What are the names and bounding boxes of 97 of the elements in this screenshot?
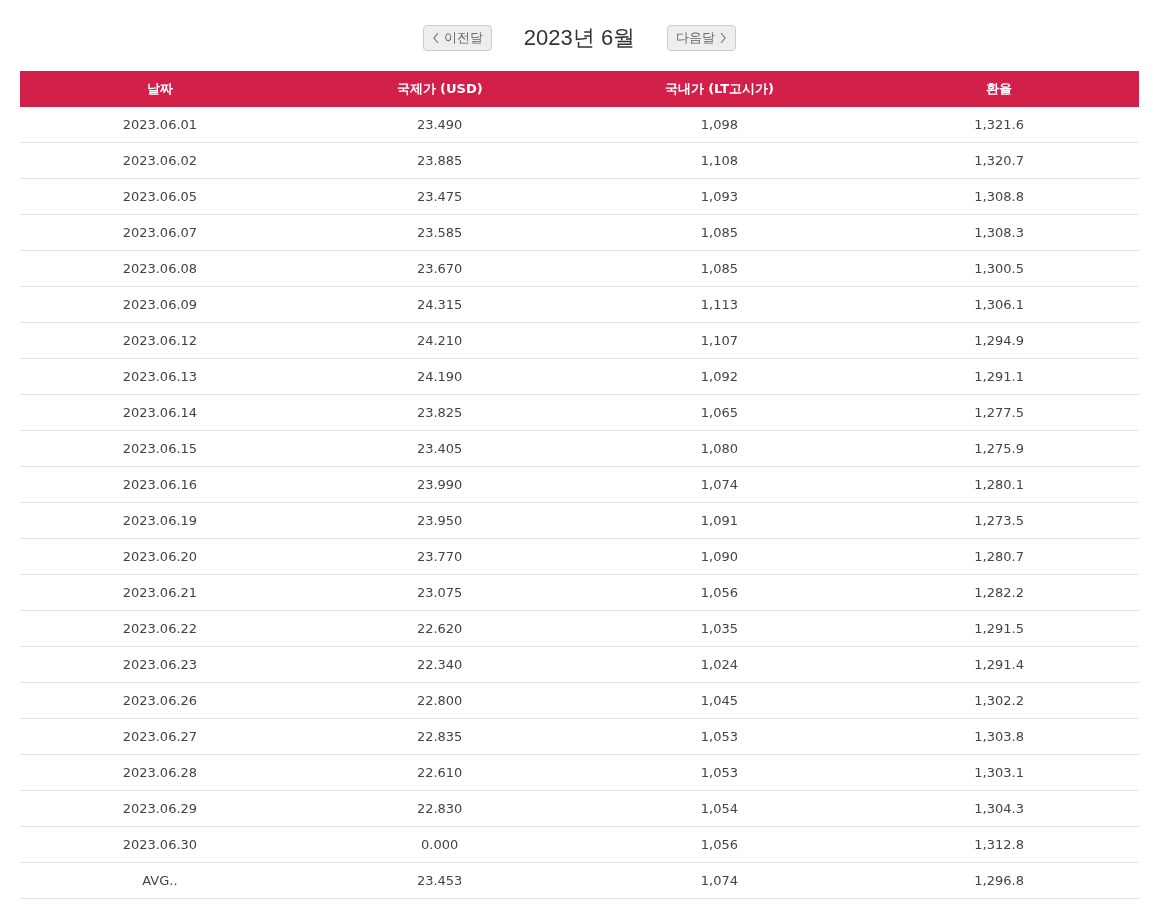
table-cell-text: 1,303.8 — [973, 727, 1025, 746]
table-cell-text: 1,320.7 — [973, 151, 1025, 170]
column-header: 국내가 (LT고시가) — [663, 80, 776, 99]
table-cell-text: 1,085 — [699, 223, 739, 242]
table-cell-text: 1,308.3 — [973, 223, 1025, 242]
column-header: 국제가 (USD) — [395, 80, 484, 99]
table-cell-text: 1,091 — [699, 511, 739, 530]
table-cell-text: 1,308.8 — [973, 187, 1025, 206]
table-cell-text: 1,291.5 — [973, 619, 1025, 638]
table-cell-text: 1,085 — [699, 259, 739, 278]
table-cell-text: 1,080 — [699, 439, 739, 458]
table-cell-text: 2023.06.16 — [121, 475, 199, 494]
table-cell-text: 2023.06.26 — [121, 691, 199, 710]
chevron-right-icon — [719, 31, 728, 44]
table-cell-text: 1,304.3 — [973, 799, 1025, 818]
column-header: 날짜 — [145, 80, 174, 99]
table-cell-text: 23.990 — [415, 475, 464, 494]
table-cell-text: 1,054 — [699, 799, 739, 818]
table-cell-text: 1,098 — [699, 115, 739, 134]
table-cell-text: 22.610 — [415, 763, 464, 782]
previous-month-button[interactable]: 이전달 — [422, 24, 492, 51]
table-cell-text: 1,053 — [699, 727, 739, 746]
table-cell-text: 1,113 — [699, 295, 739, 314]
table-cell-text: 22.620 — [415, 619, 464, 638]
table-cell-text: 23.453 — [415, 871, 464, 890]
table-cell-text: 1,056 — [699, 583, 739, 602]
table-cell-text: 1,093 — [699, 187, 739, 206]
table-cell-text: 1,294.9 — [973, 331, 1025, 350]
table-cell-text: 2023.06.15 — [121, 439, 199, 458]
table-cell-text: 2023.06.08 — [121, 259, 199, 278]
table-cell-text: 2023.06.02 — [121, 151, 199, 170]
table-cell-text: 1,312.8 — [973, 835, 1025, 854]
table-cell-text: 1,275.9 — [973, 439, 1025, 458]
table-cell-text: 22.340 — [415, 655, 464, 674]
table-cell-text: 22.830 — [415, 799, 464, 818]
table-cell-text: 24.315 — [415, 295, 464, 314]
table-cell-text: 1,024 — [699, 655, 739, 674]
table-cell-text: 2023.06.28 — [121, 763, 199, 782]
table-cell-text: 2023.06.09 — [121, 295, 199, 314]
table-cell-text: 23.075 — [415, 583, 464, 602]
table-cell-text: 1,282.2 — [973, 583, 1025, 602]
table-cell-text: 2023.06.13 — [121, 367, 199, 386]
table-cell-text: 2023.06.01 — [121, 115, 199, 134]
table-cell-text: 1,074 — [699, 871, 739, 890]
table-cell-text: 1,291.1 — [973, 367, 1025, 386]
table-cell-text: 2023.06.27 — [121, 727, 199, 746]
table-cell-text: 1,277.5 — [973, 403, 1025, 422]
table-cell-text: 2023.06.12 — [121, 331, 199, 350]
table-cell-text: 23.490 — [415, 115, 464, 134]
table-cell-text: 2023.06.30 — [121, 835, 199, 854]
table-cell-text: 2023.06.21 — [121, 583, 199, 602]
table-cell-text: 2023.06.29 — [121, 799, 199, 818]
table-cell-text: 23.585 — [415, 223, 464, 242]
table-cell-text: 1,065 — [699, 403, 739, 422]
table-cell-text: 1,300.5 — [973, 259, 1025, 278]
table-cell-text: 23.825 — [415, 403, 464, 422]
table-cell-text: 23.885 — [415, 151, 464, 170]
table-cell-text: 0.000 — [420, 835, 460, 854]
table-cell-text: 1,107 — [699, 331, 739, 350]
table-cell-text: 23.405 — [415, 439, 464, 458]
table-cell-text: 1,280.7 — [973, 547, 1025, 566]
table-cell-text: 1,302.2 — [973, 691, 1025, 710]
table-cell-text: 2023.06.19 — [121, 511, 199, 530]
table-cell-text: 1,280.1 — [973, 475, 1025, 494]
table-cell-text: 22.835 — [415, 727, 464, 746]
table-cell-text: 1,045 — [699, 691, 739, 710]
table-cell-text: 23.950 — [415, 511, 464, 530]
table-cell-text: 2023.06.23 — [121, 655, 199, 674]
table-cell-text: 1,273.5 — [973, 511, 1025, 530]
table-cell-text: 2023.06.05 — [121, 187, 199, 206]
table-cell-text: 23.670 — [415, 259, 464, 278]
table-cell-text: 24.190 — [415, 367, 464, 386]
table-cell-text: 2023.06.14 — [121, 403, 199, 422]
table-cell-text: 1,306.1 — [973, 295, 1025, 314]
table-cell-text: 1,092 — [699, 367, 739, 386]
table-cell-text: 23.770 — [415, 547, 464, 566]
chevron-left-icon — [431, 31, 440, 44]
table-cell-text: 22.800 — [415, 691, 464, 710]
table-cell-text: 1,035 — [699, 619, 739, 638]
table-cell-text: 1,108 — [699, 151, 739, 170]
table-cell-text: 1,056 — [699, 835, 739, 854]
month-title: 2023년 6월 — [523, 24, 636, 52]
next-month-button[interactable]: 다음달 — [667, 24, 737, 51]
table-cell-text: 1,303.1 — [973, 763, 1025, 782]
table-cell-text: 24.210 — [415, 331, 464, 350]
table-cell-text: 23.475 — [415, 187, 464, 206]
table-cell-text: 1,296.8 — [973, 871, 1025, 890]
table-cell-text: 1,090 — [699, 547, 739, 566]
table-cell-text: 2023.06.22 — [121, 619, 199, 638]
table-cell-text: 1,053 — [699, 763, 739, 782]
table-cell-text: AVG.. — [141, 871, 179, 890]
table-cell-text: 1,321.6 — [973, 115, 1025, 134]
table-cell-text: 1,291.4 — [973, 655, 1025, 674]
table-cell-text: 2023.06.20 — [121, 547, 199, 566]
table-cell-text: 1,074 — [699, 475, 739, 494]
table-cell-text: 2023.06.07 — [121, 223, 199, 242]
column-header: 환율 — [985, 80, 1014, 99]
